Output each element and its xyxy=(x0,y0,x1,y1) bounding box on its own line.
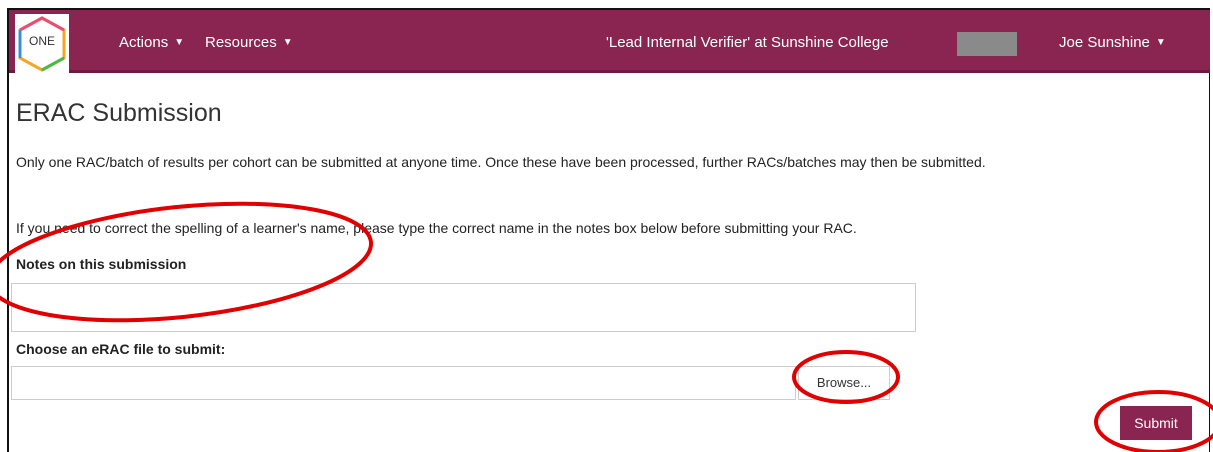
file-label: Choose an eRAC file to submit: xyxy=(16,341,226,357)
name-correction-text: If you need to correct the spelling of a… xyxy=(16,220,857,236)
notes-textarea[interactable] xyxy=(11,283,916,332)
caret-down-icon: ▼ xyxy=(282,37,293,48)
caret-down-icon: ▼ xyxy=(174,37,185,48)
notes-label: Notes on this submission xyxy=(16,256,187,272)
user-menu[interactable]: Joe Sunshine ▼ xyxy=(1059,34,1166,51)
one-logo[interactable]: ONE xyxy=(15,14,69,74)
submission-info-text: Only one RAC/batch of results per cohort… xyxy=(16,154,986,170)
page-title: ERAC Submission xyxy=(16,99,222,127)
caret-down-icon: ▼ xyxy=(1155,37,1166,48)
actions-menu-label: Actions xyxy=(119,34,169,51)
user-menu-label: Joe Sunshine xyxy=(1059,34,1150,51)
file-path-input[interactable] xyxy=(11,366,796,400)
resources-menu-label: Resources xyxy=(205,34,277,51)
submit-button[interactable]: Submit xyxy=(1120,406,1192,440)
resources-menu[interactable]: Resources ▼ xyxy=(205,34,293,51)
actions-menu[interactable]: Actions ▼ xyxy=(119,34,184,51)
logo-text: ONE xyxy=(28,34,55,48)
role-text: 'Lead Internal Verifier' at Sunshine Col… xyxy=(606,34,889,51)
browse-button[interactable]: Browse... xyxy=(798,366,890,400)
top-navbar: ONE Actions ▼ Resources ▼ 'Lead Internal V… xyxy=(9,10,1210,74)
redacted-box xyxy=(957,32,1017,56)
